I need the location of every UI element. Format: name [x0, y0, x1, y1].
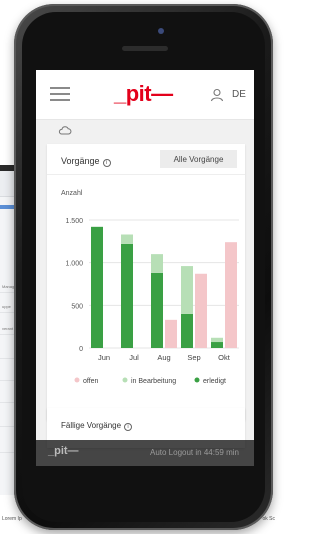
app-footer: _pit— Auto Logout in 44:59 min — [36, 440, 254, 466]
x-tick-label: Jun — [98, 353, 110, 362]
cloud-icon — [58, 126, 72, 135]
app-header: _pit— DE — [36, 70, 254, 120]
y-tick-label: 0 — [79, 346, 83, 353]
bar-erledigt[interactable] — [151, 272, 163, 348]
processes-card: Vorgänge i Alle Vorgänge Anzahl 1.500 1.00… — [47, 144, 245, 420]
footer-logo: _pit— — [48, 445, 79, 457]
background-footer-right: ok Sc — [262, 516, 275, 522]
card-divider — [47, 174, 245, 175]
x-tick-label: Aug — [157, 353, 170, 362]
card2-title: Fällige Vorgänge i — [61, 421, 133, 431]
bar-erledigt[interactable] — [91, 226, 103, 348]
phone-screen: _pit— DE Vorgänge i Alle Vorgänge Anzahl … — [36, 70, 254, 466]
camera-icon — [158, 28, 164, 34]
bar-in-bearbeitung[interactable] — [151, 254, 163, 273]
bar-offen[interactable] — [195, 273, 207, 348]
background-footer-left: Lorem Ip — [2, 516, 22, 522]
hamburger-icon[interactable] — [50, 87, 70, 101]
y-tick-label: 500 — [71, 303, 83, 310]
status-bar-chart: 1.500 1.000 500 0 Jun Jul Aug Sep Okt offen in Bea… — [65, 218, 239, 385]
x-tick-label: Jul — [129, 353, 139, 362]
auto-logout-timer: Auto Logout in 44:59 min — [150, 448, 239, 457]
bar-erledigt[interactable] — [211, 342, 223, 348]
info-icon[interactable]: i — [102, 159, 111, 167]
card-title-text: Vorgänge — [61, 156, 100, 166]
legend-swatch — [122, 377, 128, 383]
x-tick-label: Okt — [218, 353, 231, 362]
bar-offen[interactable] — [165, 319, 177, 348]
app-logo[interactable]: _pit— — [114, 81, 173, 107]
bar-in-bearbeitung[interactable] — [181, 266, 193, 314]
sync-status-row — [36, 121, 254, 141]
legend-swatch — [74, 377, 80, 383]
card-title: Vorgänge i — [61, 156, 111, 167]
info-icon[interactable]: i — [124, 423, 133, 431]
legend-label[interactable]: erledigt — [203, 378, 226, 385]
bar-in-bearbeitung[interactable] — [211, 337, 223, 343]
all-processes-button[interactable]: Alle Vorgänge — [160, 150, 237, 168]
legend-swatch — [194, 377, 200, 383]
speaker-grille — [122, 46, 168, 51]
y-tick-label: 1.000 — [65, 261, 83, 268]
card2-title-text: Fällige Vorgänge — [61, 421, 122, 430]
user-icon[interactable] — [210, 88, 224, 102]
legend-label[interactable]: offen — [83, 378, 99, 385]
bar-erledigt[interactable] — [181, 313, 193, 348]
language-switch[interactable]: DE — [232, 89, 246, 100]
bar-offen[interactable] — [225, 242, 237, 348]
bar-erledigt[interactable] — [121, 243, 133, 348]
y-axis-title: Anzahl — [61, 190, 83, 197]
bar-in-bearbeitung[interactable] — [121, 234, 133, 244]
legend-label[interactable]: in Bearbeitung — [131, 378, 176, 385]
y-tick-label: 1.500 — [65, 218, 83, 225]
x-tick-label: Sep — [187, 353, 200, 362]
